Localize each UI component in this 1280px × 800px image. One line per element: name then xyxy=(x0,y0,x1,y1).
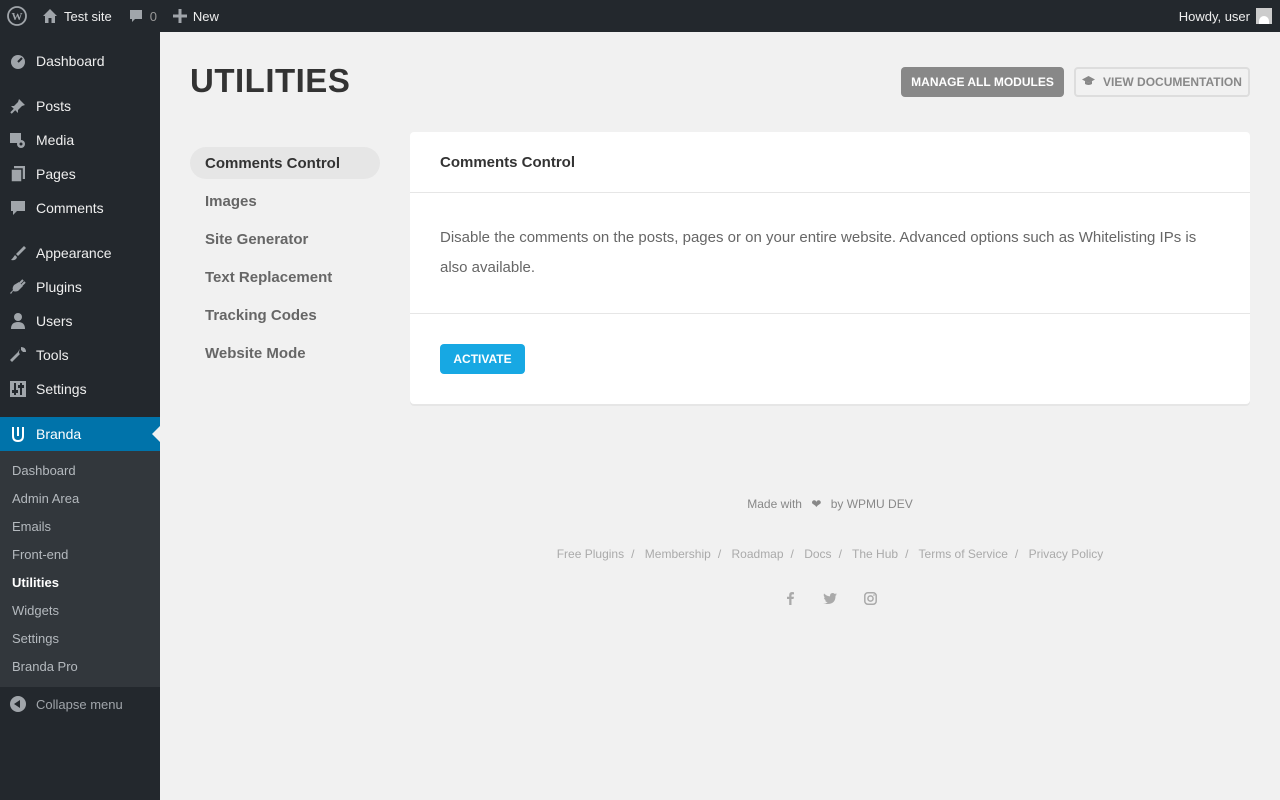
sidebar-item-users[interactable]: Users xyxy=(0,304,160,338)
submenu-item-front-end[interactable]: Front-end xyxy=(0,540,160,568)
sliders-icon xyxy=(0,380,36,398)
footer-made-with: Made with ❤ by WPMU DEV xyxy=(410,497,1250,511)
submenu-item-utilities[interactable]: Utilities xyxy=(0,568,160,596)
page-title: UTILITIES xyxy=(190,62,351,99)
account-menu[interactable]: Howdy, user xyxy=(1171,0,1280,32)
site-name-link[interactable]: Test site xyxy=(34,0,120,32)
new-label: New xyxy=(192,8,219,24)
branda-submenu: Dashboard Admin Area Emails Front-end Ut… xyxy=(0,451,160,687)
plug-icon xyxy=(0,278,36,296)
sidebar-item-label: Users xyxy=(36,313,73,329)
made-with-text: Made with xyxy=(747,497,802,511)
collapse-icon xyxy=(0,696,36,712)
admin-bar: W Test site 0 New Howdy, user xyxy=(0,0,1280,32)
footer-links: Free Plugins / Membership / Roadmap / Docs /… xyxy=(556,547,1104,561)
footer-link-the-hub[interactable]: The Hub xyxy=(852,547,898,561)
utilities-nav: Comments Control Images Site Generator T… xyxy=(190,147,380,375)
manage-all-modules-button[interactable]: MANAGE ALL MODULES xyxy=(901,67,1064,97)
sidebar-item-label: Settings xyxy=(36,381,87,397)
footer-link-membership[interactable]: Membership xyxy=(645,547,711,561)
comments-link[interactable]: 0 xyxy=(120,0,165,32)
twitter-icon[interactable] xyxy=(823,590,837,606)
activate-button[interactable]: ACTIVATE xyxy=(440,344,525,374)
pages-icon xyxy=(0,165,36,183)
module-card: Comments Control Disable the comments on… xyxy=(410,132,1250,404)
user-icon xyxy=(0,312,36,330)
nav-item-tracking-codes[interactable]: Tracking Codes xyxy=(190,299,380,331)
sidebar-item-pages[interactable]: Pages xyxy=(0,157,160,191)
card-title: Comments Control xyxy=(410,132,1250,193)
nav-item-website-mode[interactable]: Website Mode xyxy=(190,337,380,369)
dashboard-icon xyxy=(0,52,36,70)
facebook-icon[interactable] xyxy=(783,590,797,606)
view-documentation-button[interactable]: VIEW DOCUMENTATION xyxy=(1074,67,1250,97)
instagram-icon[interactable] xyxy=(863,590,877,606)
footer-link-docs[interactable]: Docs xyxy=(804,547,831,561)
sidebar-item-label: Tools xyxy=(36,347,69,363)
submenu-item-emails[interactable]: Emails xyxy=(0,512,160,540)
comment-icon xyxy=(129,10,142,22)
sidebar-item-appearance[interactable]: Appearance xyxy=(0,236,160,270)
site-name: Test site xyxy=(64,8,112,24)
submenu-item-branda-pro[interactable]: Branda Pro xyxy=(0,652,160,680)
card-description: Disable the comments on the posts, pages… xyxy=(410,193,1250,314)
submenu-item-dashboard[interactable]: Dashboard xyxy=(0,456,160,484)
collapse-menu-button[interactable]: Collapse menu xyxy=(0,687,160,721)
plus-icon xyxy=(172,9,187,23)
wrench-icon xyxy=(0,346,36,364)
graduation-cap-icon xyxy=(1082,75,1096,89)
nav-item-site-generator[interactable]: Site Generator xyxy=(190,223,380,255)
comments-count: 0 xyxy=(149,8,157,24)
by-text: by WPMU DEV xyxy=(830,497,913,511)
sidebar-item-plugins[interactable]: Plugins xyxy=(0,270,160,304)
nav-item-text-replacement[interactable]: Text Replacement xyxy=(190,261,380,293)
home-icon xyxy=(43,9,57,23)
heart-icon: ❤ xyxy=(811,497,822,511)
footer-link-roadmap[interactable]: Roadmap xyxy=(732,547,784,561)
sidebar-item-label: Appearance xyxy=(36,245,112,261)
branda-icon xyxy=(0,425,36,443)
submenu-item-admin-area[interactable]: Admin Area xyxy=(0,484,160,512)
wordpress-logo-button[interactable]: W xyxy=(0,0,34,32)
sidebar-item-posts[interactable]: Posts xyxy=(0,89,160,123)
sidebar-item-label: Dashboard xyxy=(36,53,105,69)
svg-text:W: W xyxy=(12,11,23,23)
avatar xyxy=(1256,8,1272,24)
brush-icon xyxy=(0,244,36,262)
sidebar-item-label: Posts xyxy=(36,98,72,114)
card-footer: ACTIVATE xyxy=(410,314,1250,404)
sidebar-item-comments[interactable]: Comments xyxy=(0,191,160,225)
submenu-item-widgets[interactable]: Widgets xyxy=(0,596,160,624)
sidebar-item-dashboard[interactable]: Dashboard xyxy=(0,44,160,78)
nav-item-comments-control[interactable]: Comments Control xyxy=(190,147,380,179)
sidebar-item-label: Plugins xyxy=(36,279,82,295)
footer-link-free-plugins[interactable]: Free Plugins xyxy=(557,547,624,561)
nav-item-images[interactable]: Images xyxy=(190,185,380,217)
comment-icon xyxy=(0,199,36,217)
sidebar-item-label: Pages xyxy=(36,166,76,182)
view-documentation-label: VIEW DOCUMENTATION xyxy=(1103,75,1242,89)
wordpress-icon: W xyxy=(7,6,27,26)
media-icon xyxy=(0,131,36,149)
footer-link-privacy[interactable]: Privacy Policy xyxy=(1029,547,1104,561)
sidebar-item-media[interactable]: Media xyxy=(0,123,160,157)
footer-link-terms[interactable]: Terms of Service xyxy=(919,547,1008,561)
sidebar-item-tools[interactable]: Tools xyxy=(0,338,160,372)
sidebar-item-label: Comments xyxy=(36,200,104,216)
sidebar-item-branda[interactable]: Branda xyxy=(0,417,160,451)
sidebar-item-label: Branda xyxy=(36,426,82,442)
admin-sidebar: Dashboard Posts Media Pages Comments App… xyxy=(0,32,160,800)
submenu-item-settings[interactable]: Settings xyxy=(0,624,160,652)
sidebar-item-label: Media xyxy=(36,132,75,148)
collapse-label: Collapse menu xyxy=(36,696,123,712)
greeting: Howdy, user xyxy=(1178,8,1250,24)
sidebar-item-settings[interactable]: Settings xyxy=(0,372,160,406)
pin-icon xyxy=(0,97,36,115)
footer-social xyxy=(410,590,1250,606)
new-content-link[interactable]: New xyxy=(165,0,227,32)
